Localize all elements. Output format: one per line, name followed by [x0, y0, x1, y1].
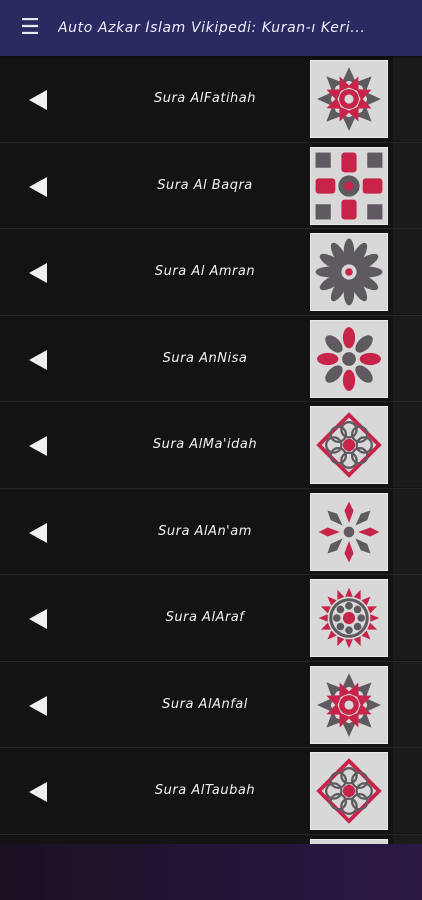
sura-list-item[interactable]: Sura Al Baqra: [0, 142, 422, 229]
sura-list-item[interactable]: [0, 834, 422, 845]
sura-title: Sura AlFatihah: [153, 91, 257, 106]
sura-pattern-thumbnail: [310, 233, 388, 311]
sura-list-item[interactable]: Sura AnNisa: [0, 315, 422, 402]
sura-list-item[interactable]: Sura AlAn'am: [0, 488, 422, 575]
sura-title: Sura AlAn'am: [158, 523, 252, 539]
app-bar: ☰ Auto Azkar İslam Vikipedi: Kuran-ı Ker…: [0, 0, 422, 56]
sura-pattern-thumbnail: [310, 146, 388, 225]
sura-list-item[interactable]: Sura AlTaubah: [0, 748, 422, 835]
play-arrow-icon[interactable]: [29, 522, 47, 543]
row-edge: [393, 488, 422, 574]
sura-pattern-thumbnail: [310, 492, 388, 571]
sura-title: Sura Al Amran: [154, 264, 256, 279]
sura-list-item[interactable]: Sura AlMa'idah: [0, 402, 422, 489]
sura-list-item[interactable]: Sura AlFatihah: [0, 56, 422, 143]
play-arrow-icon[interactable]: [29, 349, 47, 370]
sura-pattern-thumbnail: [310, 665, 388, 744]
sura-pattern-thumbnail: [310, 579, 388, 657]
play-arrow-icon[interactable]: [29, 263, 47, 283]
app-title: Auto Azkar İslam Vikipedi: Kuran-ı Keri.…: [58, 20, 366, 36]
row-edge: [393, 56, 422, 141]
play-arrow-icon[interactable]: [29, 609, 47, 629]
row-edge: [393, 834, 422, 844]
sura-title: Sura Al Baqra: [157, 177, 253, 193]
row-edge: [393, 142, 422, 228]
play-arrow-icon[interactable]: [29, 176, 47, 197]
sura-pattern-thumbnail: [310, 406, 388, 484]
sura-list-item[interactable]: Sura AlAraf: [0, 575, 422, 662]
sura-title: Sura AnNisa: [162, 350, 248, 366]
sura-title: Sura AlAnfal: [162, 696, 248, 712]
play-arrow-icon[interactable]: [29, 782, 47, 802]
row-edge: [393, 402, 422, 487]
sura-title: Sura AlAraf: [165, 610, 245, 625]
row-edge: [393, 575, 422, 660]
sura-title: Sura AlTaubah: [154, 783, 256, 798]
hamburger-menu-icon[interactable]: ☰: [0, 0, 60, 56]
sura-list[interactable]: Sura AlFatihah Sura Al Baqra Sura Al Amran…: [0, 56, 422, 844]
sura-title: Sura AlMa'idah: [152, 437, 258, 452]
row-edge: [393, 229, 422, 314]
row-edge: [393, 315, 422, 401]
sura-title: [100, 835, 310, 845]
sura-pattern-thumbnail: [310, 319, 388, 398]
sura-list-item[interactable]: Sura Al Amran: [0, 229, 422, 316]
sura-pattern-thumbnail: [310, 60, 388, 138]
play-arrow-icon[interactable]: [29, 695, 47, 716]
play-arrow-icon[interactable]: [29, 90, 47, 110]
row-edge: [393, 748, 422, 833]
bottom-bar: [0, 844, 422, 900]
play-arrow-icon[interactable]: [29, 436, 47, 456]
sura-pattern-thumbnail: [310, 752, 388, 830]
sura-list-item[interactable]: Sura AlAnfal: [0, 661, 422, 748]
row-edge: [393, 661, 422, 747]
